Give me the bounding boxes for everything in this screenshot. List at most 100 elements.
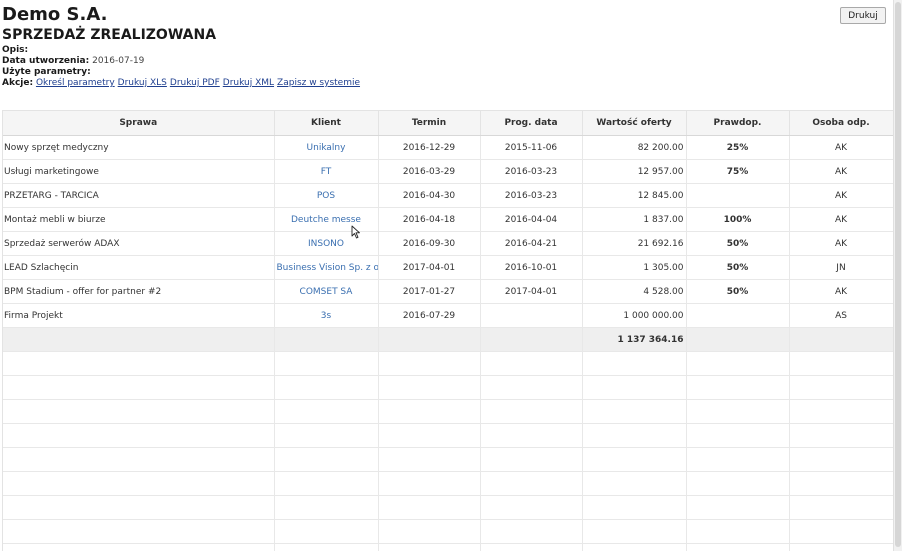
- cell-prawdop: 25%: [686, 135, 790, 160]
- column-header-klient[interactable]: Klient: [274, 110, 379, 136]
- cell-termin: 2016-07-29: [378, 303, 481, 328]
- column-header-termin[interactable]: Termin: [378, 110, 481, 136]
- description-line: Opis:: [2, 45, 363, 56]
- cell-prog-data: 2016-10-01: [480, 255, 583, 280]
- action-set-parameters-link[interactable]: Określ parametry: [36, 78, 115, 88]
- cell-prog-data: [480, 303, 583, 328]
- mouse-pointer-icon: [351, 225, 360, 239]
- description-label: Opis:: [2, 45, 29, 55]
- cell-osoba: AK: [789, 279, 893, 304]
- action-print-xls-link[interactable]: Drukuj XLS: [118, 78, 167, 88]
- table-row[interactable]: BPM Stadium - offer for partner #2 COMSE…: [3, 279, 893, 304]
- cell-klient-link[interactable]: INSONO: [274, 231, 379, 256]
- total-value: 1 137 364.16: [582, 327, 687, 352]
- cell-klient-link[interactable]: 3s: [274, 303, 379, 328]
- cell-klient-link[interactable]: FT: [274, 159, 379, 184]
- total-empty-cell: [378, 327, 481, 352]
- cell-klient-link[interactable]: COMSET SA: [274, 279, 379, 304]
- cell-prawdop: 50%: [686, 231, 790, 256]
- total-empty-cell: [3, 327, 275, 352]
- action-print-pdf-link[interactable]: Drukuj PDF: [170, 78, 220, 88]
- cell-sprawa: BPM Stadium - offer for partner #2: [3, 279, 275, 304]
- table-row[interactable]: Nowy sprzęt medyczny Unikalny 2016-12-29…: [3, 135, 893, 160]
- cell-prog-data: 2016-04-21: [480, 231, 583, 256]
- cell-osoba: AK: [789, 135, 893, 160]
- table-row[interactable]: Sprzedaż serwerów ADAX INSONO 2016-09-30…: [3, 231, 893, 256]
- cell-prog-data: 2015-11-06: [480, 135, 583, 160]
- cell-wartosc: 12 845.00: [582, 183, 687, 208]
- cell-sprawa: Montaż mebli w biurze: [3, 207, 275, 232]
- cell-prawdop: 50%: [686, 279, 790, 304]
- action-print-xml-link[interactable]: Drukuj XML: [223, 78, 274, 88]
- empty-row: [3, 423, 893, 448]
- total-empty-cell: [789, 327, 893, 352]
- created-line: Data utworzenia: 2016-07-19: [2, 56, 363, 67]
- cell-osoba: AK: [789, 231, 893, 256]
- cell-prog-data: 2017-04-01: [480, 279, 583, 304]
- empty-row: [3, 543, 893, 551]
- cell-sprawa: Sprzedaż serwerów ADAX: [3, 231, 275, 256]
- table-row[interactable]: PRZETARG - TARCICA POS 2016-04-30 2016-0…: [3, 183, 893, 208]
- created-label: Data utworzenia:: [2, 56, 90, 66]
- column-header-prawdop[interactable]: Prawdop.: [686, 110, 790, 136]
- cell-termin: 2017-01-27: [378, 279, 481, 304]
- column-header-osoba-odp[interactable]: Osoba odp.: [789, 110, 893, 136]
- cell-termin: 2017-04-01: [378, 255, 481, 280]
- cell-klient-link[interactable]: Business Vision Sp. z o.o.: [274, 255, 379, 280]
- table-row[interactable]: Montaż mebli w biurze Deutche messe 2016…: [3, 207, 893, 232]
- params-label: Użyte parametry:: [2, 67, 91, 77]
- cell-wartosc: 1 305.00: [582, 255, 687, 280]
- cell-klient-link[interactable]: POS: [274, 183, 379, 208]
- empty-row: [3, 519, 893, 544]
- cell-klient-link[interactable]: Deutche messe: [274, 207, 379, 232]
- cell-termin: 2016-04-18: [378, 207, 481, 232]
- report-header: Demo S.A. SPRZEDAŻ ZREALIZOWANA Opis: Da…: [2, 4, 363, 89]
- report-table: Sprawa Klient Termin Prog. data Wartość …: [3, 110, 893, 551]
- cell-klient-link[interactable]: Unikalny: [274, 135, 379, 160]
- table-row[interactable]: Usługi marketingowe FT 2016-03-29 2016-0…: [3, 159, 893, 184]
- cell-osoba: AS: [789, 303, 893, 328]
- cell-prawdop: 100%: [686, 207, 790, 232]
- cell-prog-data: 2016-03-23: [480, 159, 583, 184]
- report-page: Demo S.A. SPRZEDAŻ ZREALIZOWANA Opis: Da…: [0, 0, 902, 551]
- print-button[interactable]: Drukuj: [840, 7, 886, 24]
- column-header-prog-data[interactable]: Prog. data: [480, 110, 583, 136]
- empty-row: [3, 351, 893, 376]
- scrollbar-thumb[interactable]: [895, 2, 901, 547]
- cell-prawdop: [686, 183, 790, 208]
- empty-row: [3, 375, 893, 400]
- cell-wartosc: 12 957.00: [582, 159, 687, 184]
- column-header-sprawa[interactable]: Sprawa: [3, 110, 275, 136]
- cell-termin: 2016-09-30: [378, 231, 481, 256]
- report-table-container: Sprawa Klient Termin Prog. data Wartość …: [2, 110, 893, 551]
- empty-row: [3, 471, 893, 496]
- cell-termin: 2016-12-29: [378, 135, 481, 160]
- cell-osoba: JN: [789, 255, 893, 280]
- column-header-wartosc-oferty[interactable]: Wartość oferty: [582, 110, 687, 136]
- cell-prawdop: [686, 303, 790, 328]
- params-line: Użyte parametry:: [2, 67, 363, 78]
- cell-termin: 2016-04-30: [378, 183, 481, 208]
- created-value: 2016-07-19: [92, 56, 145, 66]
- cell-sprawa: Nowy sprzęt medyczny: [3, 135, 275, 160]
- cell-osoba: AK: [789, 207, 893, 232]
- cell-osoba: AK: [789, 183, 893, 208]
- table-row[interactable]: LEAD Szlachęcin Business Vision Sp. z o.…: [3, 255, 893, 280]
- cell-prawdop: 50%: [686, 255, 790, 280]
- table-header-row: Sprawa Klient Termin Prog. data Wartość …: [3, 110, 893, 136]
- actions-line: Akcje: Określ parametry Drukuj XLS Drukuj …: [2, 78, 363, 89]
- cell-wartosc: 1 000 000.00: [582, 303, 687, 328]
- cell-prog-data: 2016-04-04: [480, 207, 583, 232]
- total-empty-cell: [274, 327, 379, 352]
- cell-termin: 2016-03-29: [378, 159, 481, 184]
- table-row[interactable]: Firma Projekt 3s 2016-07-29 1 000 000.00…: [3, 303, 893, 328]
- empty-row: [3, 399, 893, 424]
- cell-sprawa: Usługi marketingowe: [3, 159, 275, 184]
- cell-osoba: AK: [789, 159, 893, 184]
- company-name: Demo S.A.: [2, 4, 108, 25]
- action-save-in-system-link[interactable]: Zapisz w systemie: [277, 78, 360, 88]
- cell-wartosc: 1 837.00: [582, 207, 687, 232]
- empty-row: [3, 447, 893, 472]
- vertical-scrollbar[interactable]: [893, 0, 902, 551]
- cell-prawdop: 75%: [686, 159, 790, 184]
